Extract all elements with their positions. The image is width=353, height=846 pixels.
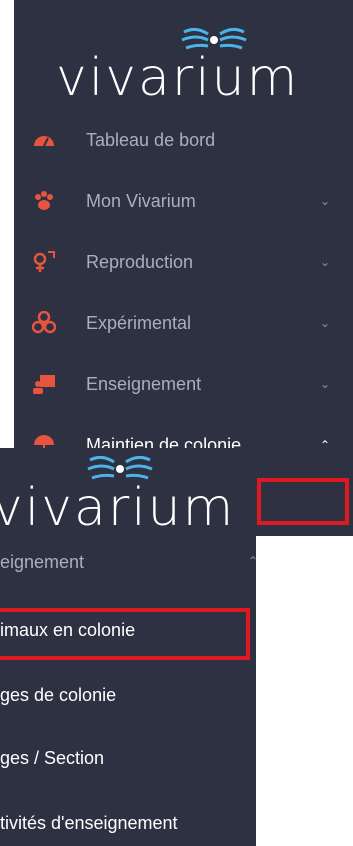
teacher-board-icon [32, 372, 56, 396]
gender-symbols-icon [32, 250, 56, 274]
chevron-down-icon[interactable]: ⌄ [320, 316, 330, 330]
sidebar-item-label: Tableau de bord [86, 129, 216, 150]
submenu-item-cages-de-colonie[interactable]: ges de colonie [0, 685, 116, 706]
biohazard-icon [32, 311, 56, 335]
logo-text: vivarium [56, 48, 300, 108]
highlight-box [0, 608, 250, 660]
sidebar-item-reproduction[interactable]: Reproduction ⌄ [14, 242, 353, 282]
sidebar-item-label: Expérimental [86, 312, 192, 333]
submenu-panel: vivarium eignement ⌃ imaux en colonie ge… [0, 448, 256, 846]
submenu-item-activites-enseignement[interactable]: tivités d'enseignement [0, 813, 178, 834]
chevron-up-icon[interactable]: ⌃ [248, 554, 256, 568]
paw-icon [32, 189, 56, 213]
sidebar-item-label: Reproduction [86, 251, 194, 272]
submenu-item-cages-section[interactable]: ges / Section [0, 748, 104, 769]
chevron-down-icon[interactable]: ⌄ [320, 255, 330, 269]
sidebar-item-label: Mon Vivarium [86, 190, 196, 211]
sidebar-item-experimental[interactable]: Expérimental ⌄ [14, 303, 353, 343]
dashboard-gauge-icon [32, 128, 56, 152]
logo-text[interactable]: vivarium [0, 478, 235, 538]
sidebar-item-enseignement[interactable]: Enseignement ⌄ [14, 364, 353, 404]
highlight-box [257, 478, 349, 525]
vivarium-logo[interactable]: vivarium [14, 18, 353, 108]
chevron-down-icon[interactable]: ⌄ [320, 194, 330, 208]
sidebar-item-mon-vivarium[interactable]: Mon Vivarium ⌄ [14, 181, 353, 221]
sidebar-item-label: Enseignement [86, 373, 202, 394]
chevron-down-icon[interactable]: ⌄ [320, 377, 330, 391]
sidebar-item-tableau-de-bord[interactable]: Tableau de bord [14, 120, 353, 160]
chevron-up-icon[interactable]: ⌃ [320, 438, 330, 452]
submenu-section-enseignement[interactable]: eignement [0, 552, 84, 573]
